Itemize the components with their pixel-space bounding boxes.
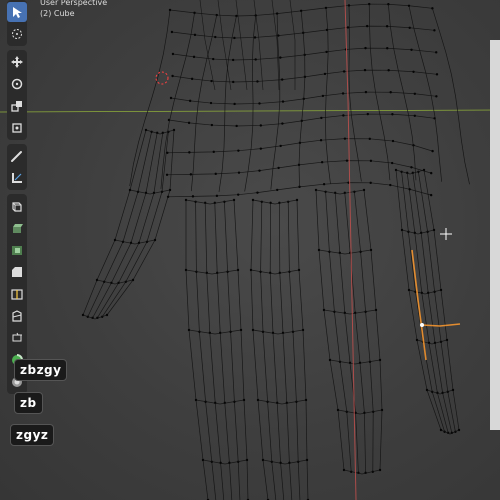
annotate-icon	[11, 151, 22, 162]
tool-rotate-button[interactable]	[7, 74, 27, 94]
transform-icon	[12, 123, 22, 133]
keystroke-display-2: zb	[14, 392, 43, 414]
knife-icon	[12, 310, 22, 322]
tool-transform-button[interactable]	[7, 118, 27, 138]
poly-build-icon	[12, 332, 22, 342]
tool-group	[7, 50, 27, 140]
object-name-label: (2) Cube	[40, 9, 75, 18]
extrude-icon	[13, 224, 23, 233]
view-name-label: User Perspective	[40, 0, 108, 7]
hand-mesh-wireframe[interactable]	[0, 0, 500, 500]
move-icon	[11, 56, 23, 68]
loop-cut-icon	[11, 289, 23, 300]
scale-icon	[11, 101, 22, 112]
measure-icon	[12, 173, 22, 183]
tool-cursor-button[interactable]	[7, 24, 27, 44]
tool-select-box-button[interactable]	[7, 2, 27, 22]
tool-loop-cut-button[interactable]	[7, 284, 27, 304]
tool-shelf	[6, 0, 28, 398]
tool-bevel-button[interactable]	[7, 262, 27, 282]
tool-scale-button[interactable]	[7, 96, 27, 116]
tool-group	[7, 144, 27, 190]
tool-inset-button[interactable]	[7, 240, 27, 260]
cursor-icon	[13, 7, 22, 18]
tool-add-cube-button[interactable]	[7, 196, 27, 216]
x-axis-line	[0, 109, 500, 113]
keystroke-display-3: zgyz	[10, 424, 55, 446]
tool-poly-build-button[interactable]	[7, 328, 27, 348]
tool-knife-button[interactable]	[7, 306, 27, 326]
add-cube-icon	[12, 202, 22, 212]
reference-image-edge	[490, 40, 500, 430]
tool-group	[7, 0, 27, 46]
tool-extrude-button[interactable]	[7, 218, 27, 238]
3d-cursor-icon	[12, 29, 22, 39]
tool-annotate-button[interactable]	[7, 146, 27, 166]
tool-measure-button[interactable]	[7, 168, 27, 188]
tool-move-button[interactable]	[7, 52, 27, 72]
bevel-icon	[12, 267, 22, 277]
keystroke-display-1: zbzgy	[14, 359, 68, 381]
rotate-icon	[11, 78, 23, 90]
3d-viewport[interactable]: User Perspective (2) Cube zbzgy zb zgyz	[0, 0, 500, 500]
inset-icon	[12, 246, 22, 255]
